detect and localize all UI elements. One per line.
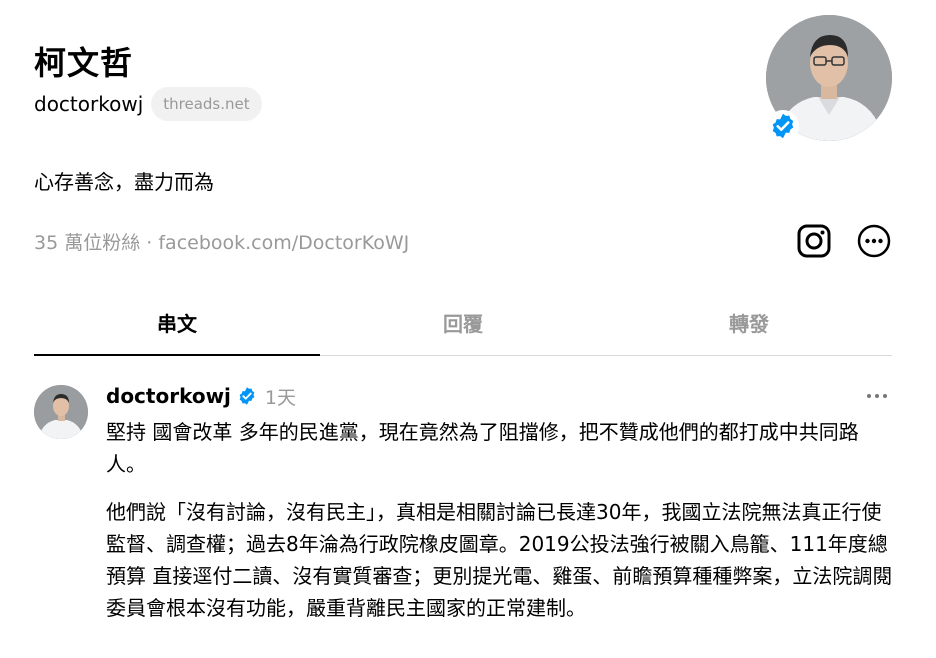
- post-body: 堅持 國會改革 多年的民進黨，現在竟然為了阻擋修，把不贊成他們的都打成中共同路人…: [106, 416, 896, 640]
- profile-bio: 心存善念，盡力而為: [34, 170, 214, 194]
- follower-count[interactable]: 35 萬位粉絲: [34, 232, 140, 254]
- meta-separator: ·: [146, 232, 153, 254]
- handle-row: doctorkowj threads.net: [34, 86, 262, 122]
- tab-replies[interactable]: 回覆: [320, 290, 606, 355]
- post-header: doctorkowj 1天: [106, 380, 296, 412]
- profile-tabs: 串文 回覆 轉發: [34, 290, 892, 356]
- post-avatar[interactable]: [34, 385, 88, 439]
- tab-reposts[interactable]: 轉發: [606, 290, 892, 355]
- post-paragraph: 堅持 國會改革 多年的民進黨，現在竟然為了阻擋修，把不贊成他們的都打成中共同路人…: [106, 420, 859, 476]
- instagram-icon: [797, 224, 831, 258]
- post-timestamp[interactable]: 1天: [265, 383, 296, 410]
- profile-meta: 35 萬位粉絲 · facebook.com/DoctorKoWJ: [34, 228, 409, 255]
- profile-handle: doctorkowj: [34, 92, 144, 116]
- verified-check-icon: [237, 386, 257, 406]
- more-options-button[interactable]: [856, 223, 892, 259]
- verified-check-icon: [767, 110, 799, 142]
- domain-badge[interactable]: threads.net: [151, 87, 262, 121]
- post-more-button[interactable]: [862, 384, 892, 408]
- profile-link[interactable]: facebook.com/DoctorKoWJ: [158, 232, 409, 254]
- more-circle-icon: [857, 224, 891, 258]
- post-username[interactable]: doctorkowj: [106, 384, 231, 408]
- instagram-button[interactable]: [796, 223, 832, 259]
- tab-threads[interactable]: 串文: [34, 290, 320, 356]
- ellipsis-icon: [867, 394, 887, 398]
- profile-name: 柯文哲: [34, 44, 134, 82]
- post-paragraph: 他們說「沒有討論，沒有民主」，真相是相關討論已長達30年，我國立法院無法真正行使…: [106, 500, 893, 620]
